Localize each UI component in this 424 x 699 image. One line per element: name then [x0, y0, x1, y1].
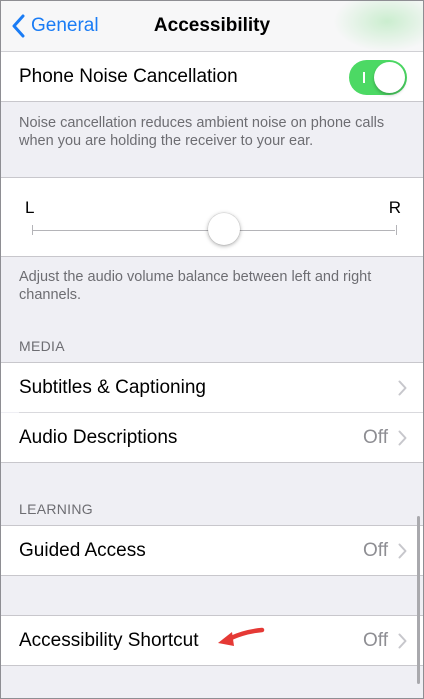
audio-descriptions-value: Off [363, 426, 388, 448]
chevron-right-icon [398, 380, 407, 396]
accessibility-shortcut-value: Off [363, 629, 388, 651]
balance-left-label: L [25, 198, 35, 217]
subtitles-captioning-label: Subtitles & Captioning [19, 376, 206, 398]
accessibility-shortcut-row[interactable]: Accessibility Shortcut Off [1, 615, 423, 666]
balance-slider-thumb[interactable] [208, 213, 240, 245]
guided-access-label: Guided Access [19, 539, 146, 561]
noise-cancellation-row: Phone Noise Cancellation [1, 52, 423, 102]
noise-cancellation-footer: Noise cancellation reduces ambient noise… [19, 115, 385, 149]
page-title: Accessibility [153, 15, 271, 36]
annotation-arrow-icon [218, 627, 265, 646]
learning-section-header: LEARNING [19, 501, 93, 517]
accessibility-shortcut-label: Accessibility Shortcut [19, 629, 199, 651]
balance-track-left-tick [32, 225, 33, 235]
navigation-bar: General Accessibility [1, 1, 423, 52]
balance-footer: Adjust the audio volume balance between … [19, 269, 372, 303]
chevron-right-icon [398, 430, 407, 446]
guided-access-row[interactable]: Guided Access Off [1, 525, 423, 576]
audio-descriptions-label: Audio Descriptions [19, 426, 178, 448]
media-section-header: MEDIA [19, 338, 65, 354]
guided-access-value: Off [363, 539, 388, 561]
subtitles-captioning-row[interactable]: Subtitles & Captioning [1, 362, 423, 412]
scroll-indicator[interactable] [417, 516, 420, 684]
chevron-right-icon [398, 543, 407, 559]
chevron-right-icon [398, 633, 407, 649]
audio-descriptions-row[interactable]: Audio Descriptions Off [1, 413, 423, 463]
toggle-on-indicator [363, 72, 365, 83]
toggle-knob [374, 62, 405, 93]
balance-right-label: R [388, 198, 401, 217]
balance-track-right-tick [396, 225, 397, 235]
noise-cancellation-toggle[interactable] [349, 60, 407, 95]
